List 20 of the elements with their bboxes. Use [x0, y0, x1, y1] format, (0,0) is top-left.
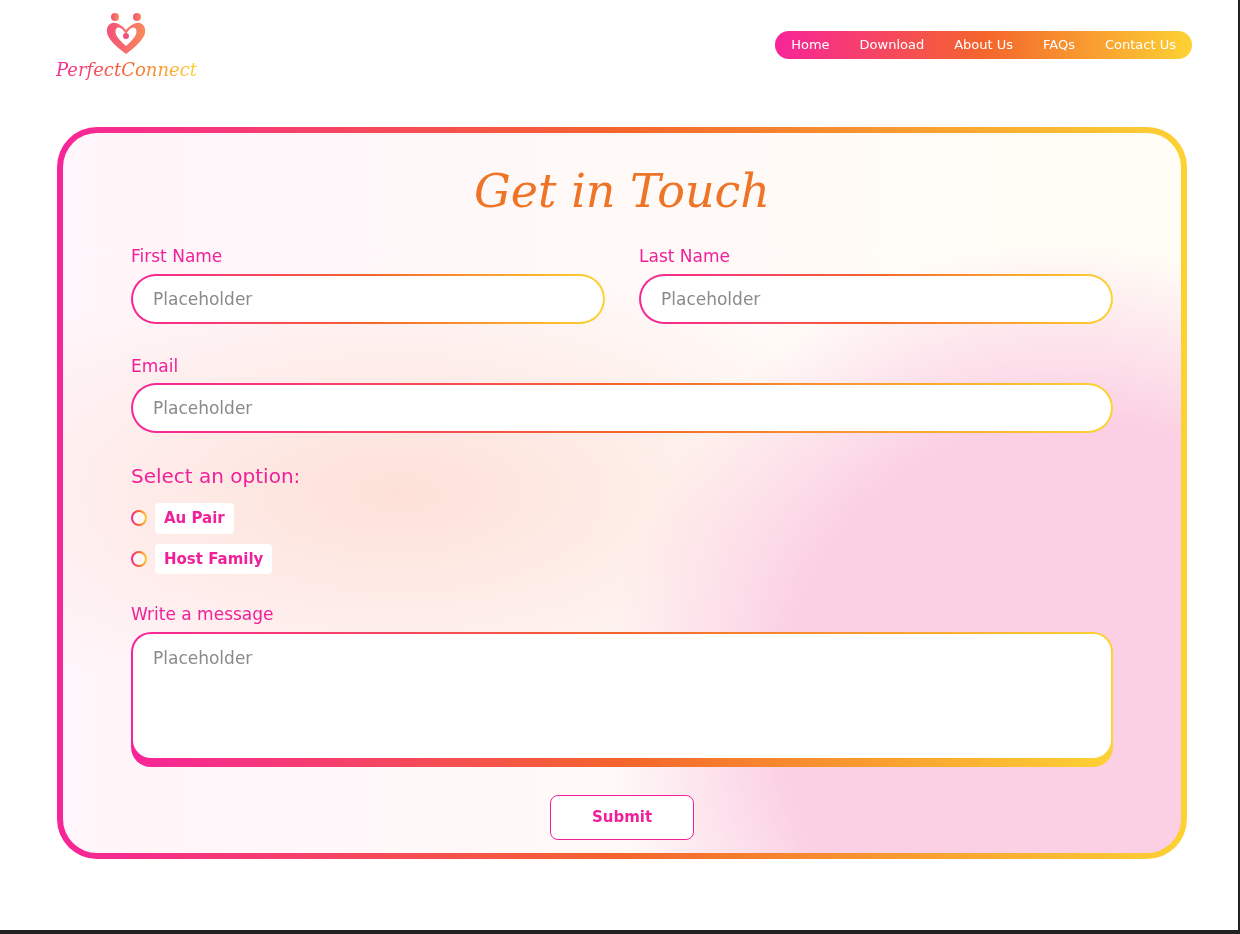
- radio-button[interactable]: [131, 510, 147, 527]
- field-label: Last Name: [639, 245, 731, 268]
- submit-button[interactable]: Submit: [550, 794, 694, 840]
- radio-button[interactable]: [131, 550, 147, 567]
- input-field[interactable]: Placeholder: [131, 383, 1113, 433]
- nav-link[interactable]: About Us: [954, 35, 1014, 55]
- nav-link[interactable]: FAQs: [1043, 35, 1075, 55]
- input-field[interactable]: Placeholder: [639, 273, 1113, 324]
- nav-link[interactable]: Contact Us: [1105, 35, 1176, 55]
- form-title: Get in Touch: [474, 163, 770, 220]
- option-label[interactable]: Au Pair: [155, 503, 234, 534]
- option-label[interactable]: Host Family: [155, 543, 273, 574]
- field-label: Write a message: [131, 603, 275, 626]
- nav-link[interactable]: Home: [791, 35, 830, 55]
- field-label: Email: [131, 354, 180, 378]
- option-heading: Select an option:: [131, 463, 302, 490]
- message-field[interactable]: Placeholder: [131, 631, 1113, 767]
- nav-link[interactable]: Download: [859, 35, 925, 55]
- input-field[interactable]: Placeholder: [131, 273, 605, 324]
- field-label: First Name: [131, 245, 224, 268]
